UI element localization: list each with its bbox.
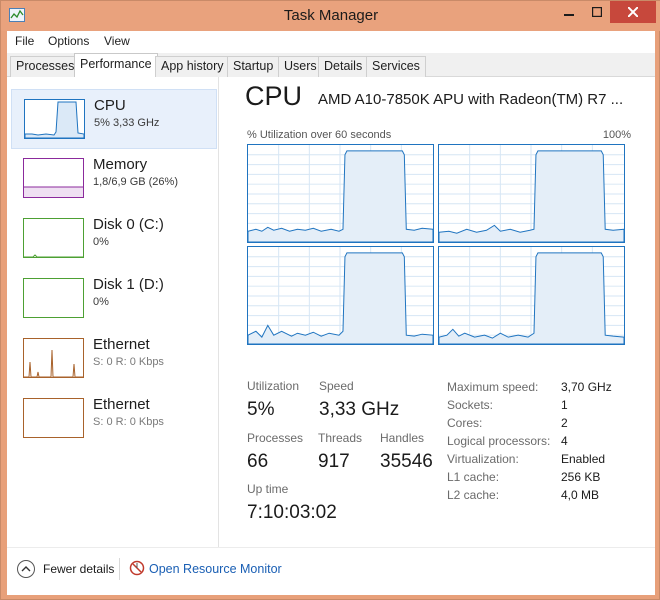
minimize-icon (564, 14, 574, 16)
sidebar-item-ethernet-2[interactable]: Ethernet S: 0 R: 0 Kbps (11, 389, 217, 449)
sidebar-ethernet-1-name: Ethernet (93, 336, 150, 353)
menu-view[interactable]: View (104, 34, 130, 48)
spec-value-virtualization: Enabled (561, 452, 606, 466)
handles-value: 35546 (380, 451, 433, 472)
tab-details[interactable]: Details (318, 56, 369, 77)
disk-graph-thumb (23, 218, 84, 258)
cpu-core-0-graph (247, 144, 434, 243)
processes-label: Processes (247, 431, 304, 445)
sidebar-cpu-name: CPU (94, 97, 126, 114)
tab-users[interactable]: Users (278, 56, 323, 77)
graph-max-label: 100% (602, 129, 631, 141)
speed-label: Speed (319, 379, 354, 393)
speed-value: 3,33 GHz (319, 399, 400, 420)
ethernet-graph-thumb (23, 398, 84, 438)
cpu-detail-panel: CPU AMD A10-7850K APU with Radeon(TM) R7… (245, 77, 645, 547)
menu-bar: File Options View (7, 31, 655, 53)
graph-caption: % Utilization over 60 seconds (247, 129, 392, 141)
maximize-button[interactable] (584, 1, 610, 23)
sidebar-memory-sub: 1,8/6,9 GB (26%) (93, 176, 178, 188)
spec-label-virtualization: Virtualization: (447, 452, 519, 466)
menu-file[interactable]: File (15, 34, 34, 48)
tab-startup[interactable]: Startup (227, 56, 280, 77)
sidebar-item-disk0[interactable]: Disk 0 (C:) 0% (11, 209, 217, 269)
sidebar-item-disk1[interactable]: Disk 1 (D:) 0% (11, 269, 217, 329)
cpu-core-2-graph (247, 246, 434, 345)
sidebar-disk0-name: Disk 0 (C:) (93, 216, 164, 233)
sidebar-memory-name: Memory (93, 156, 148, 173)
spec-label-cores: Cores: (447, 416, 483, 430)
spec-value-l1-cache: 256 KB (561, 470, 601, 484)
close-icon (628, 7, 638, 17)
chevron-up-icon[interactable] (17, 560, 35, 578)
spec-value-sockets: 1 (561, 398, 568, 412)
tab-performance[interactable]: Performance (74, 53, 158, 78)
fewer-details-button[interactable]: Fewer details (43, 562, 114, 576)
footer-bar: Fewer details Open Resource Monitor (7, 547, 655, 595)
cpu-core-1-graph (438, 144, 625, 243)
client-area: File Options View Processes Performance … (7, 31, 655, 595)
threads-value: 917 (318, 451, 350, 472)
spec-label-l2-cache: L2 cache: (447, 488, 500, 502)
spec-label-l1-cache: L1 cache: (447, 470, 500, 484)
sidebar-ethernet-1-sub: S: 0 R: 0 Kbps (93, 356, 164, 368)
cpu-core-3-graph (438, 246, 625, 345)
ethernet-2-receive: R: 0 Kbps (112, 416, 164, 428)
ethernet-graph-thumb (23, 338, 84, 378)
sidebar-disk0-sub: 0% (93, 236, 109, 248)
page-title: CPU (245, 81, 303, 111)
handles-label: Handles (380, 431, 425, 445)
performance-content: CPU 5% 3,33 GHz Memory 1,8/6,9 GB (26%) (7, 77, 655, 547)
cpu-model-name: AMD A10-7850K APU with Radeon(TM) R7 ... (318, 91, 624, 108)
spec-label-max-speed: Maximum speed: (447, 380, 539, 394)
task-manager-window: Task Manager File Options View Processes… (0, 0, 660, 600)
sidebar-disk1-sub: 0% (93, 296, 109, 308)
resource-monitor-icon[interactable] (129, 560, 145, 576)
tab-strip: Processes Performance App history Startu… (7, 53, 655, 78)
sidebar-ethernet-2-sub: S: 0 R: 0 Kbps (93, 416, 164, 428)
sidebar-ethernet-2-name: Ethernet (93, 396, 150, 413)
resource-list: CPU 5% 3,33 GHz Memory 1,8/6,9 GB (26%) (7, 77, 219, 547)
spec-label-sockets: Sockets: (447, 398, 494, 412)
tab-app-history[interactable]: App history (155, 56, 230, 77)
sidebar-item-memory[interactable]: Memory 1,8/6,9 GB (26%) (11, 149, 217, 209)
footer-divider (119, 558, 120, 580)
uptime-label: Up time (247, 482, 289, 496)
sidebar-disk1-name: Disk 1 (D:) (93, 276, 164, 293)
utilization-value: 5% (247, 399, 275, 420)
uptime-value: 7:10:03:02 (247, 502, 337, 523)
disk-graph-thumb (23, 278, 84, 318)
memory-graph-thumb (23, 158, 84, 198)
close-button[interactable] (610, 1, 656, 23)
sidebar-cpu-sub: 5% 3,33 GHz (94, 117, 160, 129)
spec-value-l2-cache: 4,0 MB (561, 488, 600, 502)
spec-value-logical-processors: 4 (561, 434, 568, 448)
ethernet-2-send: S: 0 (93, 416, 113, 428)
menu-options[interactable]: Options (48, 34, 89, 48)
sidebar-item-ethernet-1[interactable]: Ethernet S: 0 R: 0 Kbps (11, 329, 217, 389)
processes-value: 66 (247, 451, 269, 472)
cpu-graph-thumb (24, 99, 85, 139)
title-bar[interactable]: Task Manager (1, 1, 660, 31)
spec-value-cores: 2 (561, 416, 568, 430)
tab-services[interactable]: Services (366, 56, 426, 77)
ethernet-1-receive: R: 0 Kbps (112, 356, 164, 368)
minimize-button[interactable] (556, 1, 582, 23)
ethernet-1-send: S: 0 (93, 356, 113, 368)
spec-value-max-speed: 3,70 GHz (561, 380, 612, 394)
tab-processes[interactable]: Processes (10, 56, 81, 77)
utilization-label: Utilization (247, 379, 300, 393)
spec-label-logical-processors: Logical processors: (447, 434, 551, 448)
sidebar-item-cpu[interactable]: CPU 5% 3,33 GHz (11, 89, 217, 149)
open-resource-monitor-link[interactable]: Open Resource Monitor (149, 562, 282, 576)
threads-label: Threads (318, 431, 363, 445)
maximize-icon (592, 7, 602, 17)
